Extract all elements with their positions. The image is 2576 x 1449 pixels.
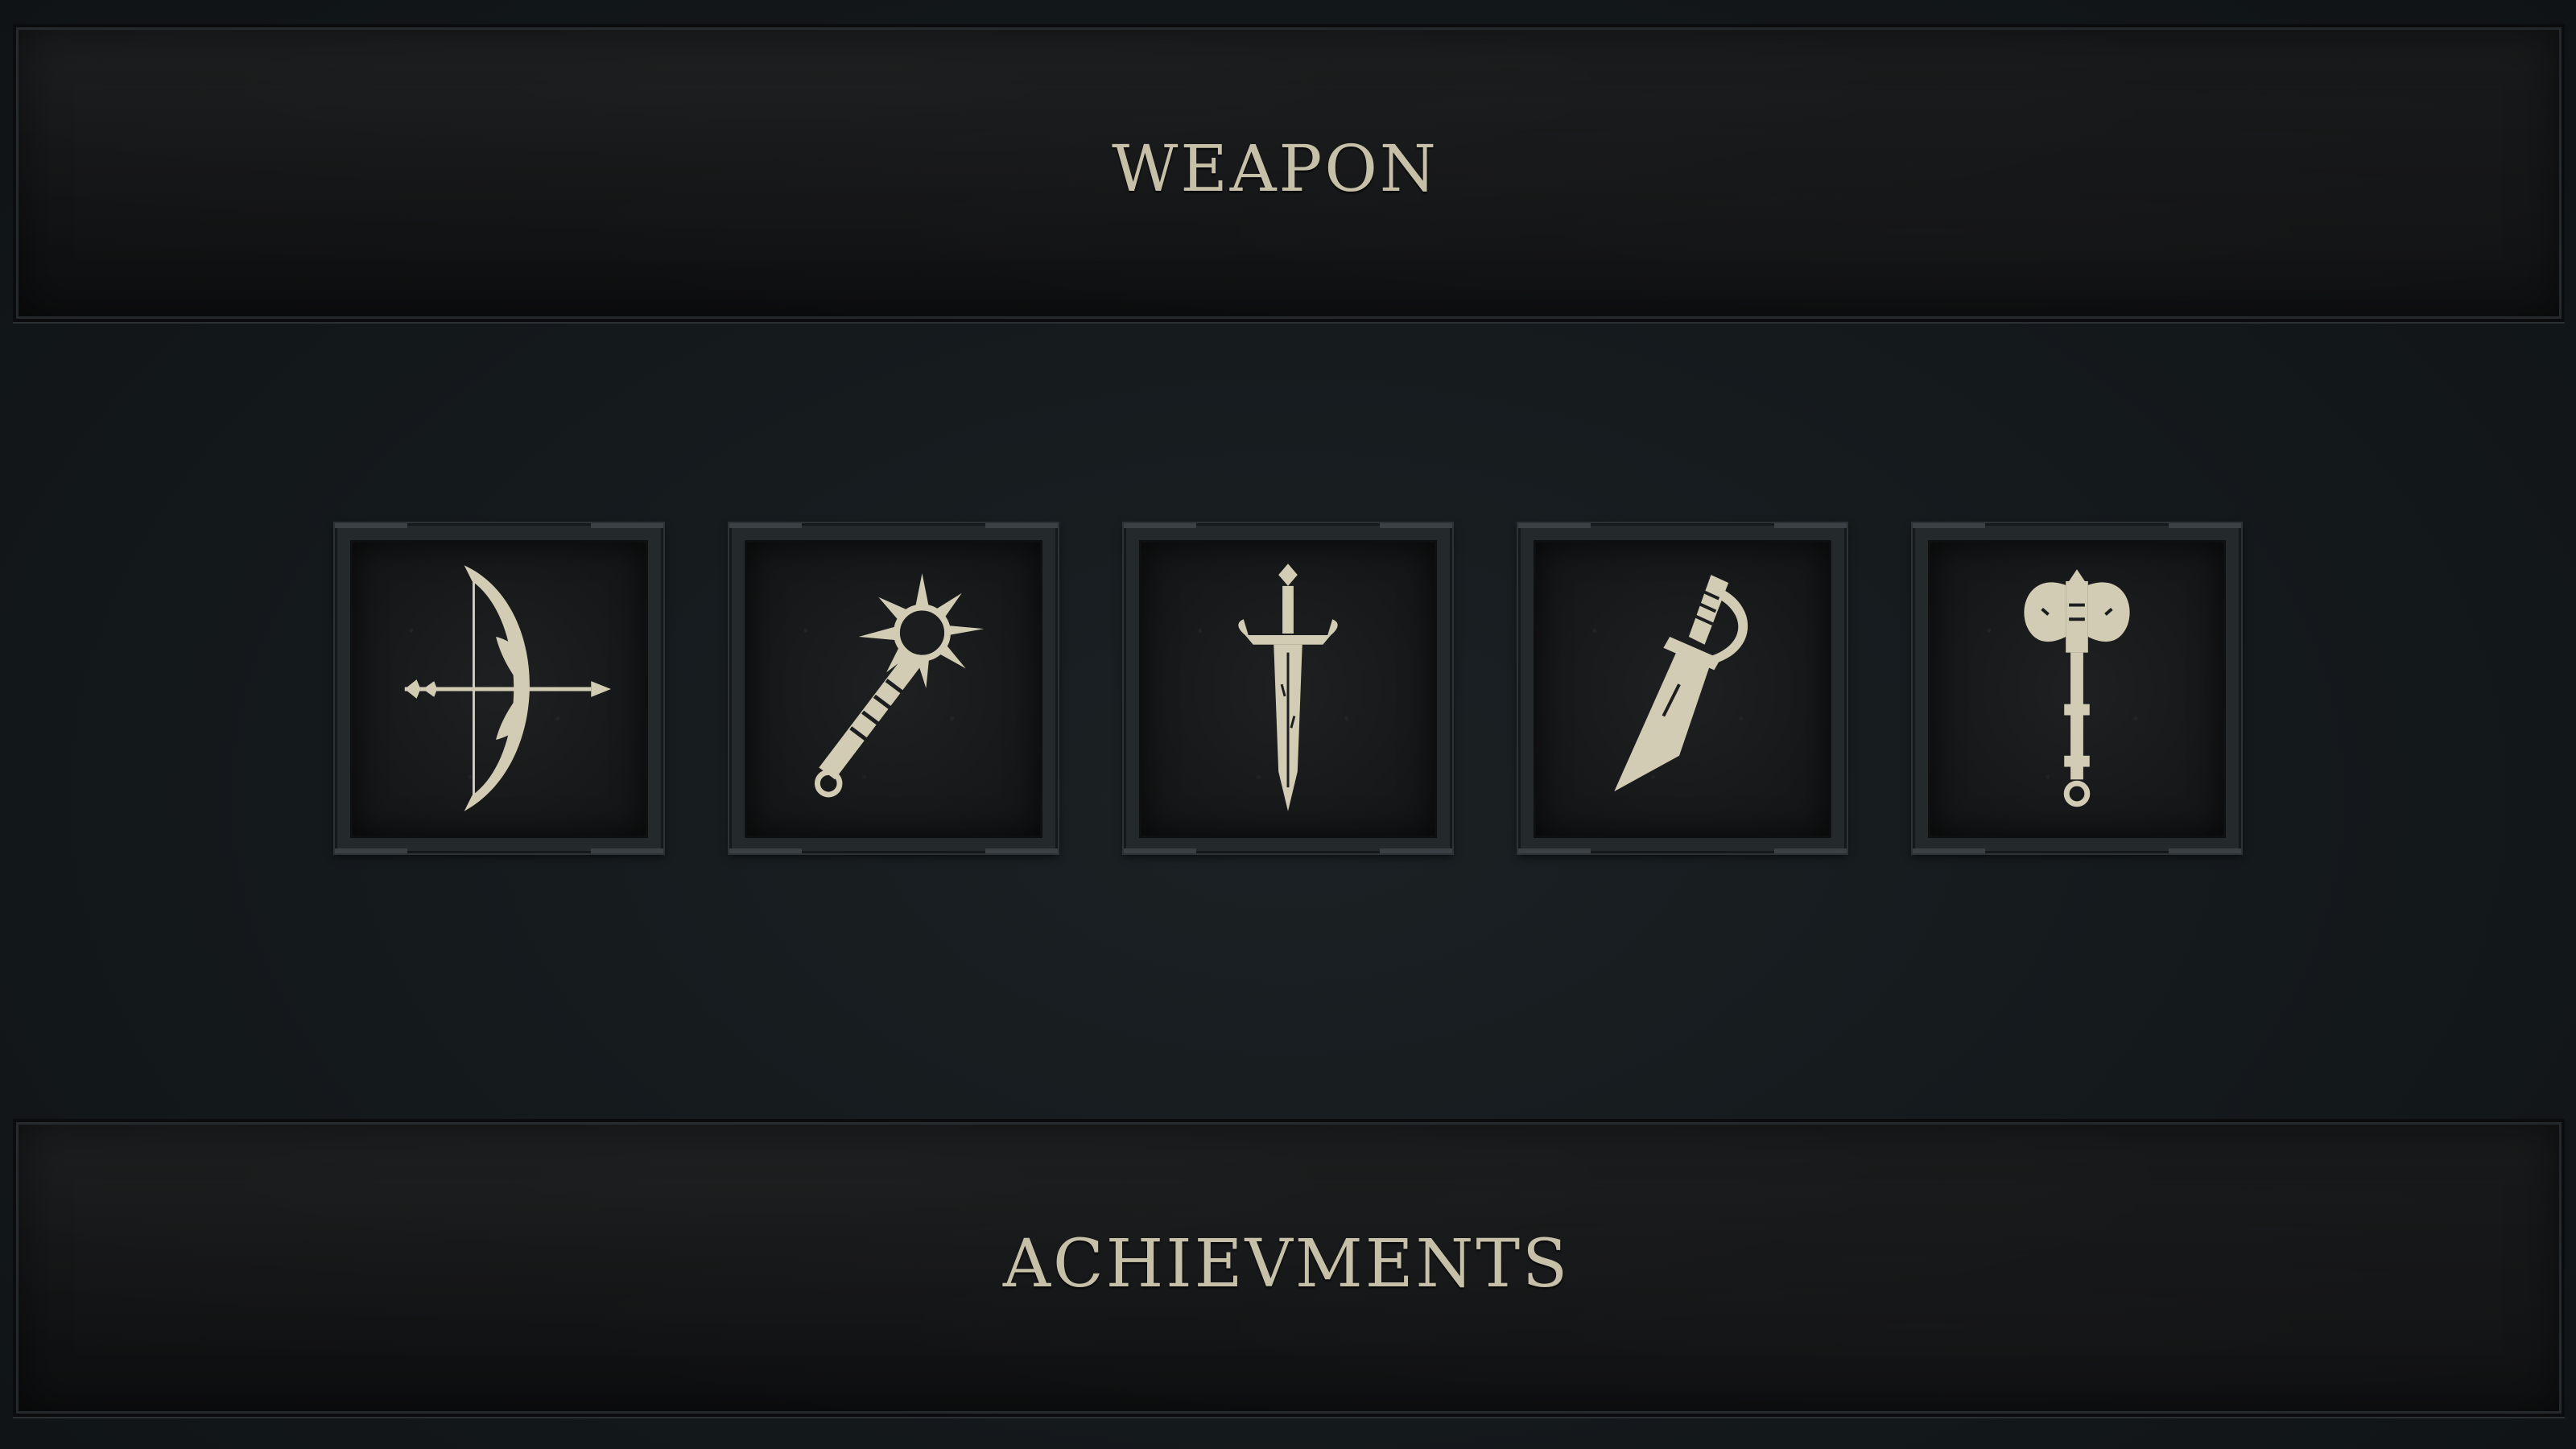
sword-icon bbox=[1238, 564, 1338, 811]
battle-axe-icon bbox=[2024, 569, 2130, 807]
dagger-icon bbox=[1614, 575, 1748, 792]
weapon-slot-dagger[interactable] bbox=[1518, 523, 1847, 853]
weapon-banner: WEAPON bbox=[13, 24, 2565, 322]
weapon-slot-mace[interactable] bbox=[729, 523, 1058, 853]
achievements-banner[interactable]: ACHIEVMENTS bbox=[13, 1119, 2565, 1417]
weapon-slot-sword[interactable] bbox=[1124, 523, 1452, 853]
weapon-slot-bow[interactable] bbox=[335, 523, 663, 853]
mace-icon bbox=[814, 573, 985, 798]
achievements-title: ACHIEVMENTS bbox=[1002, 1225, 1571, 1302]
bow-icon bbox=[404, 565, 611, 811]
weapon-title: WEAPON bbox=[1112, 130, 1439, 206]
weapon-slot-battle-axe[interactable] bbox=[1913, 523, 2241, 853]
